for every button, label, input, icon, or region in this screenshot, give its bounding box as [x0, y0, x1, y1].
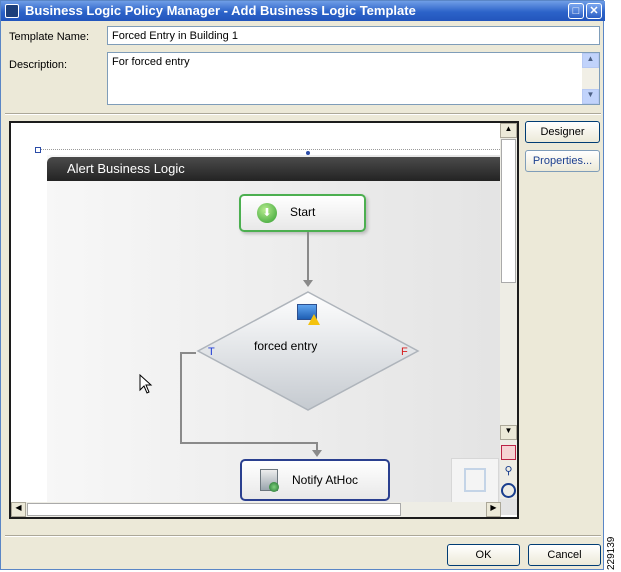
- maximize-icon: □: [572, 5, 580, 17]
- description-field[interactable]: For forced entry ▲ ▼: [107, 52, 600, 105]
- selection-handle[interactable]: [35, 147, 41, 153]
- zoom-icon[interactable]: ⚲: [501, 464, 516, 479]
- description-scrollbar[interactable]: ▲ ▼: [582, 53, 599, 104]
- pan-icon[interactable]: [501, 483, 516, 498]
- start-icon: ⬇: [257, 203, 277, 223]
- overview-icon: [464, 468, 486, 492]
- scroll-thumb[interactable]: [501, 139, 516, 283]
- false-branch-label: F: [401, 346, 408, 358]
- right-arrow-icon: ▶: [490, 503, 497, 512]
- notify-label: Notify AtHoc: [292, 473, 359, 487]
- designer-canvas[interactable]: Alert Business Logic ⬇ Start forced entr…: [9, 121, 519, 519]
- horizontal-scrollbar[interactable]: ◀ ▶: [11, 502, 501, 517]
- close-button[interactable]: ✕: [586, 3, 602, 19]
- scroll-left-button[interactable]: ◀: [11, 502, 26, 517]
- left-arrow-icon: ◀: [15, 503, 22, 512]
- up-arrow-icon: ▲: [504, 124, 513, 133]
- template-name-field[interactable]: Forced Entry in Building 1: [107, 26, 600, 45]
- close-icon: ✕: [589, 5, 599, 17]
- down-arrow-icon: ▼: [504, 426, 513, 435]
- chevron-down-icon: ▼: [586, 90, 595, 99]
- template-name-label: Template Name:: [9, 31, 90, 43]
- dialog-window: Business Logic Policy Manager - Add Busi…: [0, 0, 605, 570]
- chevron-up-icon: ▲: [586, 54, 595, 63]
- connector-line: [180, 352, 196, 354]
- scroll-right-button[interactable]: ▶: [486, 502, 501, 517]
- properties-button[interactable]: Properties...: [525, 150, 600, 172]
- mouse-pointer-icon: [139, 373, 153, 394]
- separator: [5, 113, 601, 115]
- connector-line: [307, 232, 309, 282]
- fit-page-icon[interactable]: [501, 445, 516, 460]
- maximize-button[interactable]: □: [568, 3, 584, 19]
- separator: [5, 535, 601, 537]
- description-label: Description:: [9, 59, 68, 71]
- true-branch-label: T: [208, 346, 215, 358]
- warning-icon: [308, 314, 320, 325]
- decision-label: forced entry: [254, 339, 318, 353]
- ok-button[interactable]: OK: [447, 544, 520, 566]
- description-text: For forced entry: [112, 56, 190, 68]
- scroll-up-button[interactable]: ▲: [582, 53, 599, 68]
- scroll-up-button[interactable]: ▲: [500, 123, 517, 138]
- app-icon: [5, 4, 19, 18]
- panel-title: Alert Business Logic: [67, 161, 185, 176]
- title-bar[interactable]: Business Logic Policy Manager - Add Busi…: [1, 1, 605, 21]
- arrowhead: [312, 450, 322, 457]
- connector-line: [180, 352, 182, 444]
- panel-header: Alert Business Logic: [47, 157, 517, 181]
- connector-line: [180, 442, 318, 444]
- designer-button[interactable]: Designer: [525, 121, 600, 143]
- notify-node[interactable]: Notify AtHoc: [240, 459, 390, 501]
- overview-panel[interactable]: [451, 458, 499, 504]
- arrowhead: [303, 280, 313, 287]
- globe-icon: [269, 482, 279, 492]
- cancel-button[interactable]: Cancel: [528, 544, 601, 566]
- selection-outline: [36, 149, 506, 150]
- scroll-thumb[interactable]: [27, 503, 401, 516]
- start-node[interactable]: ⬇ Start: [239, 194, 366, 232]
- scroll-down-button[interactable]: ▼: [500, 425, 517, 440]
- vertical-scrollbar[interactable]: ▲ ▼ ⚲: [500, 123, 517, 499]
- window-title: Business Logic Policy Manager - Add Busi…: [25, 3, 416, 18]
- scroll-down-button[interactable]: ▼: [582, 89, 599, 104]
- figure-id: 229139: [606, 536, 617, 570]
- start-label: Start: [290, 205, 316, 219]
